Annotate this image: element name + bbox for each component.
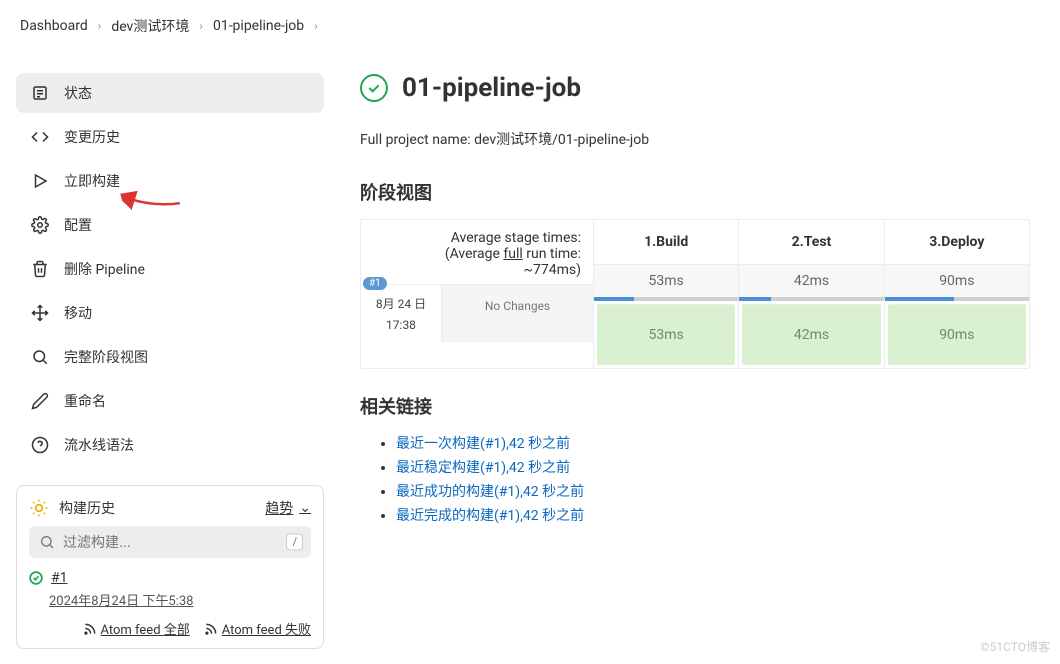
sidebar-item-delete[interactable]: 删除 Pipeline [16,249,324,289]
breadcrumb: Dashboard › dev测试环境 › 01-pipeline-job › [20,16,1040,36]
edit-icon [30,391,50,411]
shortcut-hint: / [286,534,303,551]
sidebar-item-move[interactable]: 移动 [16,293,324,333]
sidebar-item-label: 立即构建 [64,171,120,191]
stage-column-test[interactable]: 2.Test 42ms 42ms [738,220,883,368]
avg-label: ~774ms) [373,262,581,278]
run-badge[interactable]: #1 [363,277,387,290]
sidebar-item-label: 变更历史 [64,127,120,147]
run-changes: No Changes [441,285,593,342]
page-title: 01-pipeline-job [402,73,581,103]
permalink[interactable]: 最近一次构建(#1),42 秒之前 [396,436,570,452]
chevron-down-icon: ⌄ [299,500,311,516]
sidebar-item-label: 删除 Pipeline [64,259,145,279]
stage-avg: 90ms [885,265,1029,301]
sidebar-item-label: 移动 [64,303,92,323]
success-icon [29,571,43,585]
avg-label: Average stage times: [373,230,581,246]
sidebar-item-label: 重命名 [64,391,106,411]
breadcrumb-job[interactable]: 01-pipeline-job [213,18,304,34]
stage-column-build[interactable]: 1.Build 53ms 53ms [593,220,738,368]
sidebar-item-label: 配置 [64,215,92,235]
trash-icon [30,259,50,279]
rss-icon [83,622,97,636]
build-link[interactable]: #1 [51,570,68,586]
breadcrumb-folder[interactable]: dev测试环境 [111,16,189,36]
chevron-right-icon: › [195,19,207,33]
filter-builds-input[interactable] [29,526,311,558]
stage-view-table: Average stage times: (Average full run t… [360,219,1030,369]
stage-cell[interactable]: 90ms [888,304,1026,365]
trend-link[interactable]: 趋势 ⌄ [265,498,311,518]
atom-feed-all[interactable]: Atom feed 全部 [83,619,190,638]
sidebar-item-status[interactable]: 状态 [16,73,324,113]
stage-header: 1.Build [594,220,738,265]
build-history-widget: 构建历史 趋势 ⌄ / #1 2024年8月24日 下午5:38 Atom fe… [16,485,324,649]
avg-label: (Average full run time: [373,246,581,262]
status-icon [30,83,50,103]
sidebar-item-label: 状态 [64,83,92,103]
sidebar-item-changes[interactable]: 变更历史 [16,117,324,157]
stage-view-heading: 阶段视图 [360,179,1030,205]
stage-column-deploy[interactable]: 3.Deploy 90ms 90ms [884,220,1029,368]
full-project-name: Full project name: dev测试环境/01-pipeline-j… [360,129,1030,149]
success-icon [360,74,388,102]
sidebar-item-full-stage-view[interactable]: 完整阶段视图 [16,337,324,377]
build-date-link[interactable]: 2024年8月24日 下午5:38 [29,590,311,609]
stage-cell[interactable]: 42ms [742,304,880,365]
stage-avg: 53ms [594,265,738,301]
permalink[interactable]: 最近稳定构建(#1),42 秒之前 [396,460,570,476]
chevron-right-icon: › [310,19,322,33]
move-icon [30,303,50,323]
sidebar-item-build-now[interactable]: 立即构建 [16,161,324,201]
stage-avg: 42ms [739,265,883,301]
atom-feed-fail[interactable]: Atom feed 失败 [204,619,311,638]
help-icon [30,435,50,455]
sidebar-item-label: 完整阶段视图 [64,347,148,367]
stage-header: 3.Deploy [885,220,1029,265]
sun-icon [29,498,49,518]
chevron-right-icon: › [94,19,106,33]
play-icon [30,171,50,191]
links-heading: 相关链接 [360,393,1030,419]
sidebar-item-configure[interactable]: 配置 [16,205,324,245]
code-icon [30,127,50,147]
sidebar-item-label: 流水线语法 [64,435,134,455]
run-date: 8月 24 日 17:38 [361,285,441,342]
permalink[interactable]: 最近完成的构建(#1),42 秒之前 [396,508,584,524]
sidebar-item-pipeline-syntax[interactable]: 流水线语法 [16,425,324,465]
search-icon [39,534,55,550]
search-icon [30,347,50,367]
stage-header: 2.Test [739,220,883,265]
permalinks: 最近一次构建(#1),42 秒之前 最近稳定构建(#1),42 秒之前 最近成功… [360,433,1030,525]
stage-cell[interactable]: 53ms [597,304,735,365]
watermark: ©51CTO博客 [980,638,1050,655]
gear-icon [30,215,50,235]
permalink[interactable]: 最近成功的构建(#1),42 秒之前 [396,484,584,500]
rss-icon [204,622,218,636]
breadcrumb-dashboard[interactable]: Dashboard [20,18,88,34]
build-history-title: 构建历史 [59,498,115,518]
sidebar-item-rename[interactable]: 重命名 [16,381,324,421]
